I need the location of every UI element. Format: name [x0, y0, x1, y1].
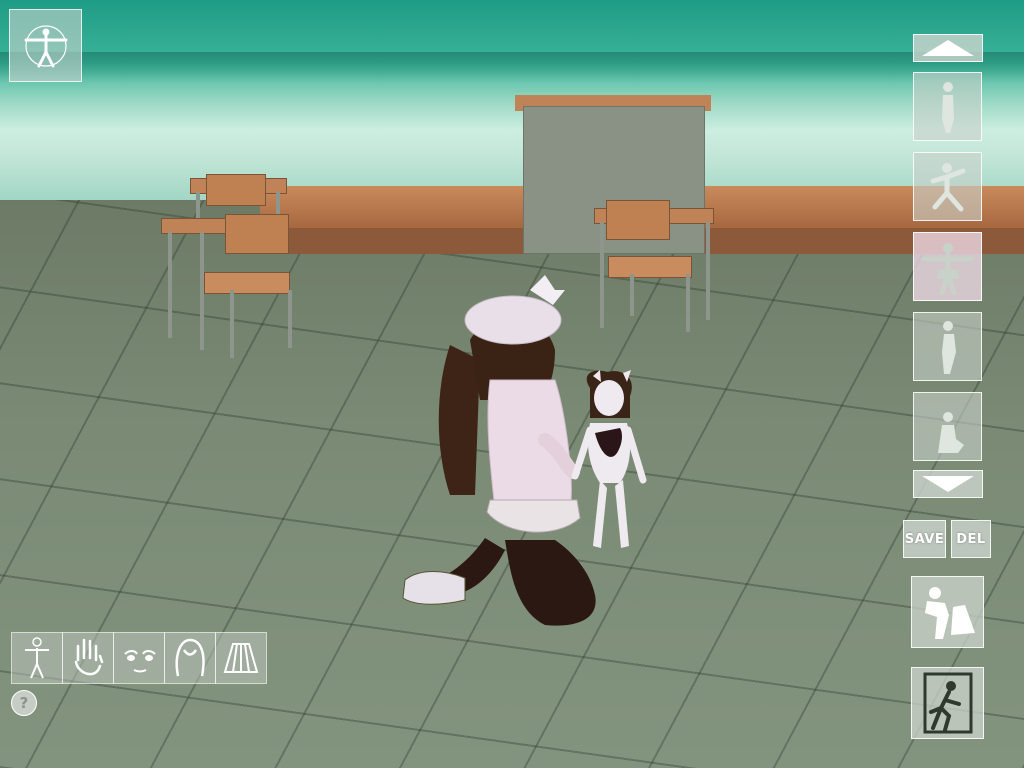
- pose-slot-4[interactable]: [913, 312, 982, 381]
- vitruvian-figure-icon: [24, 24, 67, 67]
- delete-button[interactable]: DEL: [951, 520, 991, 558]
- chair-leg: [230, 290, 234, 358]
- pose-slot-3[interactable]: [913, 232, 982, 301]
- tool-body[interactable]: [11, 632, 63, 684]
- sitting-pose-icon: [937, 411, 964, 453]
- pose-slot-1[interactable]: [913, 72, 982, 141]
- pose-slot-5[interactable]: [913, 392, 982, 461]
- arrow-down-icon: [922, 476, 974, 492]
- pose-slot-2[interactable]: [913, 152, 982, 221]
- tool-face[interactable]: [113, 632, 165, 684]
- scroll-up-button[interactable]: [913, 34, 983, 62]
- face-icon: [124, 650, 156, 673]
- school-chair-seat: [608, 256, 692, 278]
- arrow-up-icon: [922, 40, 974, 56]
- body-icon: [25, 637, 49, 679]
- tool-hair[interactable]: [164, 632, 216, 684]
- school-chair: [225, 214, 289, 254]
- desk-leg: [706, 222, 710, 320]
- undress-icon: [924, 587, 975, 639]
- chibi-character[interactable]: [565, 368, 650, 560]
- hair-icon: [175, 638, 205, 677]
- tool-skirt[interactable]: [215, 632, 267, 684]
- running-pose-icon: [930, 162, 965, 211]
- window-frame-shadow: [0, 52, 1024, 82]
- undress-button[interactable]: [911, 576, 984, 648]
- pose-mode-button[interactable]: [9, 9, 82, 82]
- side-standing-pose-icon: [941, 320, 956, 374]
- t-pose-icon: [921, 242, 974, 295]
- save-button[interactable]: SAVE: [903, 520, 946, 558]
- desk-leg: [168, 232, 172, 338]
- exit-button[interactable]: [911, 667, 984, 739]
- school-chair: [606, 200, 670, 240]
- standing-pose-icon: [941, 81, 954, 133]
- chair-leg: [630, 274, 634, 316]
- hand-icon: [74, 638, 104, 676]
- chair-leg: [686, 274, 690, 332]
- school-chair-seat: [204, 272, 290, 294]
- scroll-down-button[interactable]: [913, 470, 983, 498]
- chair-leg: [288, 290, 292, 348]
- tool-hand[interactable]: [62, 632, 114, 684]
- help-button[interactable]: ?: [11, 690, 37, 716]
- exit-icon: [923, 672, 972, 734]
- school-chair: [206, 174, 266, 206]
- skirt-icon: [223, 643, 259, 673]
